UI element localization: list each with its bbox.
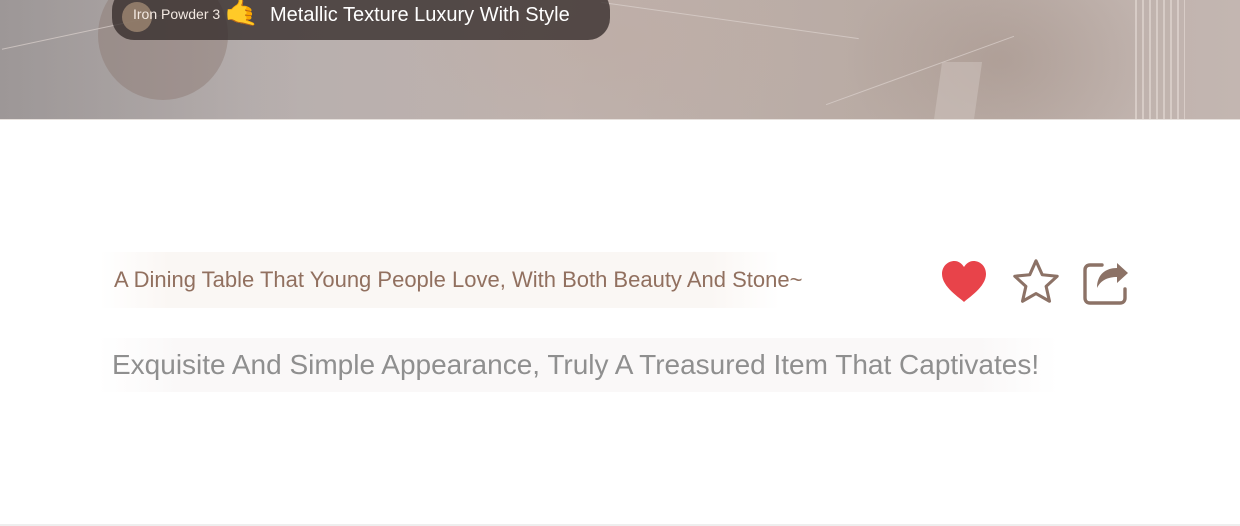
heart-icon [942, 261, 986, 302]
favorite-button[interactable] [1010, 254, 1062, 310]
headline: A Dining Table That Young People Love, W… [100, 252, 802, 308]
share-icon [1083, 263, 1128, 305]
tag-text: Metallic Texture Luxury With Style [270, 4, 570, 26]
product-tag-pill[interactable]: Iron Powder 3 🤙 Metallic Texture Luxury … [112, 0, 610, 40]
page: Iron Powder 3 🤙 Metallic Texture Luxury … [0, 0, 1240, 526]
hero-decor-ribs [1135, 0, 1185, 120]
share-button[interactable] [1080, 254, 1132, 310]
hero-image: Iron Powder 3 🤙 Metallic Texture Luxury … [0, 0, 1240, 120]
tag-label: Iron Powder 3 [133, 6, 221, 22]
action-bar [938, 254, 1138, 310]
hero-decor-chair [933, 62, 983, 120]
subline: Exquisite And Simple Appearance, Truly A… [98, 338, 1058, 392]
hand-emoji-icon: 🤙 [224, 0, 259, 27]
hero-divider [0, 119, 1240, 120]
like-button[interactable] [938, 254, 990, 310]
star-icon [1013, 259, 1059, 303]
